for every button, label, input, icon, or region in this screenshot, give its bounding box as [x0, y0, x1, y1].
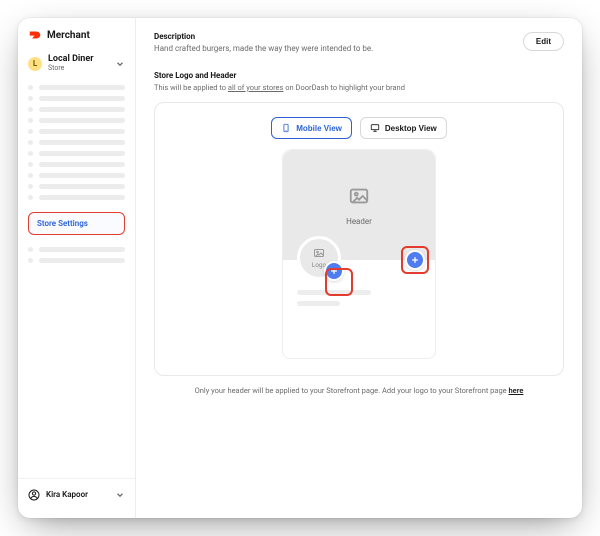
sidebar-item-placeholder[interactable]	[28, 173, 125, 178]
phone-preview: Header Logo	[282, 149, 436, 359]
description-section: Description Hand crafted burgers, made t…	[154, 32, 564, 53]
main-content: Description Hand crafted burgers, made t…	[136, 18, 582, 518]
desktop-view-label: Desktop View	[385, 124, 437, 133]
subtitle-post: on DoorDash to highlight your brand	[283, 83, 405, 92]
preview-card: Mobile View Desktop View Header	[154, 102, 564, 376]
footnote-text: Only your header will be applied to your…	[195, 386, 509, 395]
sidebar-item-placeholder[interactable]	[28, 140, 125, 145]
subtitle-pre: This will be applied to	[154, 83, 228, 92]
desktop-view-toggle[interactable]: Desktop View	[360, 117, 447, 139]
edit-description-button[interactable]: Edit	[523, 32, 564, 51]
plus-icon	[410, 255, 420, 265]
sidebar-item-placeholder[interactable]	[28, 118, 125, 123]
sidebar-item-placeholder[interactable]	[28, 162, 125, 167]
mobile-view-toggle[interactable]: Mobile View	[271, 117, 352, 139]
sidebar-item-label: Store Settings	[37, 219, 88, 228]
sidebar-item-placeholder[interactable]	[28, 96, 125, 101]
header-label: Header	[346, 217, 372, 226]
storefront-here-link[interactable]: here	[509, 386, 524, 395]
sidebar-item-placeholder[interactable]	[28, 107, 125, 112]
app-window: Merchant L Local Diner Store	[18, 18, 582, 518]
sidebar-item-placeholder[interactable]	[28, 184, 125, 189]
mobile-icon	[281, 123, 291, 133]
description-label: Description	[154, 32, 373, 41]
logo-preview: Logo	[297, 236, 341, 280]
sidebar-item-placeholder[interactable]	[28, 85, 125, 90]
store-type: Store	[48, 65, 94, 73]
sidebar-nav: Store Settings	[18, 81, 135, 263]
plus-icon	[329, 266, 339, 276]
footnote: Only your header will be applied to your…	[154, 386, 564, 395]
brand-logo-icon	[28, 28, 42, 42]
sidebar: Merchant L Local Diner Store	[18, 18, 136, 518]
all-stores-link[interactable]: all of your stores	[228, 83, 284, 92]
user-avatar-icon	[28, 489, 40, 501]
logo-header-subtitle: This will be applied to all of your stor…	[154, 83, 564, 92]
sidebar-item-store-settings[interactable]: Store Settings	[28, 212, 125, 235]
store-avatar: L	[28, 57, 42, 71]
mobile-view-label: Mobile View	[296, 124, 342, 133]
desktop-icon	[370, 123, 380, 133]
add-logo-button[interactable]	[324, 261, 344, 281]
header-preview: Header Logo	[283, 150, 435, 260]
brand-name: Merchant	[47, 30, 90, 41]
view-toggle: Mobile View Desktop View	[169, 117, 549, 139]
sidebar-item-placeholder[interactable]	[28, 258, 125, 263]
sidebar-item-placeholder[interactable]	[28, 129, 125, 134]
chevron-down-icon	[115, 485, 125, 504]
description-text: Hand crafted burgers, made the way they …	[154, 44, 373, 53]
text-placeholder	[297, 290, 371, 295]
user-name: Kira Kapoor	[46, 490, 88, 499]
sidebar-item-placeholder[interactable]	[28, 151, 125, 156]
image-placeholder-icon	[348, 185, 370, 211]
logo-header-title: Store Logo and Header	[154, 71, 564, 80]
text-placeholder	[297, 301, 340, 306]
sidebar-item-placeholder[interactable]	[28, 247, 125, 252]
brand: Merchant	[18, 28, 135, 50]
image-placeholder-icon	[313, 247, 325, 259]
add-header-button[interactable]	[405, 250, 425, 270]
sidebar-item-placeholder[interactable]	[28, 195, 125, 200]
chevron-down-icon	[115, 54, 125, 73]
store-switcher[interactable]: L Local Diner Store	[18, 50, 135, 81]
user-menu[interactable]: Kira Kapoor	[18, 478, 135, 512]
